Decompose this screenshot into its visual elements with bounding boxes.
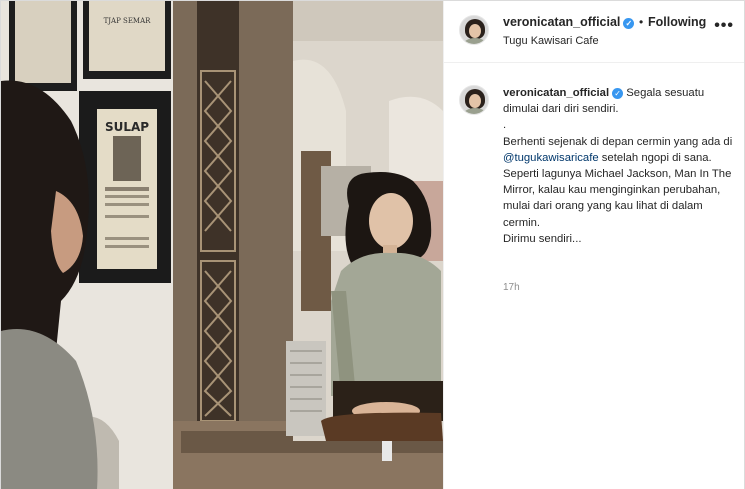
instagram-post: TJAP SEMAR SULAP veronicatan_official ✓ … [0,0,745,489]
post-timestamp[interactable]: 17h [503,282,520,293]
post-side-panel: veronicatan_official ✓ • Following Tugu K… [443,1,744,489]
caption-line-4: Seperti lagunya Michael Jackson, Man In … [503,168,732,229]
verified-badge-icon: ✓ [623,18,635,29]
header-separator: • [639,15,644,29]
author-avatar[interactable] [459,15,489,45]
mention-link[interactable]: @tugukawisaricafe [503,152,599,164]
caption-line-2: . [503,119,507,132]
sulap-text: SULAP [105,120,149,134]
author-username[interactable]: veronicatan_official ✓ [503,15,635,29]
caption-line-5: Dirimu sendiri... [503,232,582,245]
more-options-icon[interactable]: ••• [714,17,734,35]
following-button[interactable]: Following [648,15,706,29]
caption-line-3-pre: Berhenti sejenak di depan cermin yang ad… [503,135,733,148]
location-link[interactable]: Tugu Kawisari Cafe [503,35,599,47]
mirror-photo: TJAP SEMAR SULAP [1,1,443,489]
caption-line-3-post: setelah ngopi di sana. [598,151,712,164]
caption-username[interactable]: veronicatan_official [503,87,609,99]
post-header: veronicatan_official ✓ • Following Tugu K… [444,1,744,63]
caption-text: veronicatan_official ✓ Segala sesuatu dim… [503,85,735,247]
verified-badge-icon: ✓ [612,88,624,99]
tjap-semar-text: TJAP SEMAR [104,17,152,25]
post-photo[interactable]: TJAP SEMAR SULAP [1,1,443,489]
caption-avatar[interactable] [459,85,489,115]
